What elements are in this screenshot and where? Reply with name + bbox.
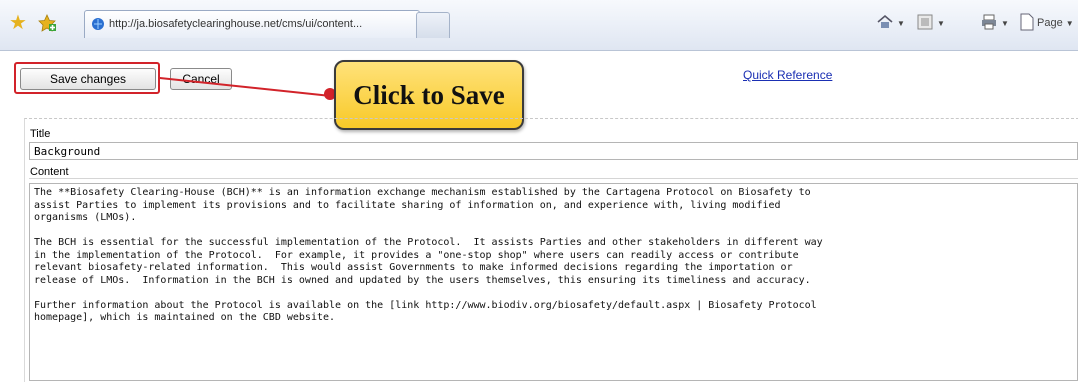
title-label: Title <box>30 128 51 140</box>
page-favicon-icon <box>91 17 105 31</box>
add-favorites-icon[interactable] <box>37 13 57 33</box>
content-paragraph: The **Biosafety Clearing-House (BCH)** i… <box>34 187 811 223</box>
page-icon <box>1020 13 1034 34</box>
browser-toolbar: ★ http://ja.biosafetyclearinghouse.net/c… <box>0 0 1078 51</box>
chevron-down-icon: ▼ <box>1001 18 1009 28</box>
print-button[interactable]: ▼ <box>980 13 1009 33</box>
tab-url: http://ja.biosafetyclearinghouse.net/cms… <box>109 18 363 30</box>
feeds-button[interactable]: ▼ <box>916 13 945 33</box>
title-input[interactable] <box>29 142 1078 160</box>
chevron-down-icon: ▼ <box>897 18 905 28</box>
quick-reference-link[interactable]: Quick Reference <box>743 68 832 82</box>
chevron-down-icon: ▼ <box>937 18 945 28</box>
page-menu-label: Page <box>1037 17 1063 29</box>
content-paragraph: The BCH is essential for the successful … <box>34 237 823 286</box>
home-icon <box>876 13 894 34</box>
page-menu-button[interactable]: Page ▼ <box>1020 13 1074 33</box>
save-button-highlight <box>14 62 160 94</box>
content-textarea[interactable]: The **Biosafety Clearing-House (BCH)** i… <box>29 183 1078 381</box>
chevron-down-icon: ▼ <box>1065 18 1074 28</box>
home-button[interactable]: ▼ <box>876 13 905 33</box>
content-paragraph: Further information about the Protocol i… <box>34 299 817 324</box>
favorites-star-icon[interactable]: ★ <box>9 13 29 33</box>
divider <box>29 178 1078 179</box>
feeds-icon <box>916 13 934 34</box>
print-icon <box>980 13 998 34</box>
new-tab-button[interactable] <box>416 12 450 38</box>
browser-tab[interactable]: http://ja.biosafetyclearinghouse.net/cms… <box>84 10 420 38</box>
content-label: Content <box>30 166 69 178</box>
